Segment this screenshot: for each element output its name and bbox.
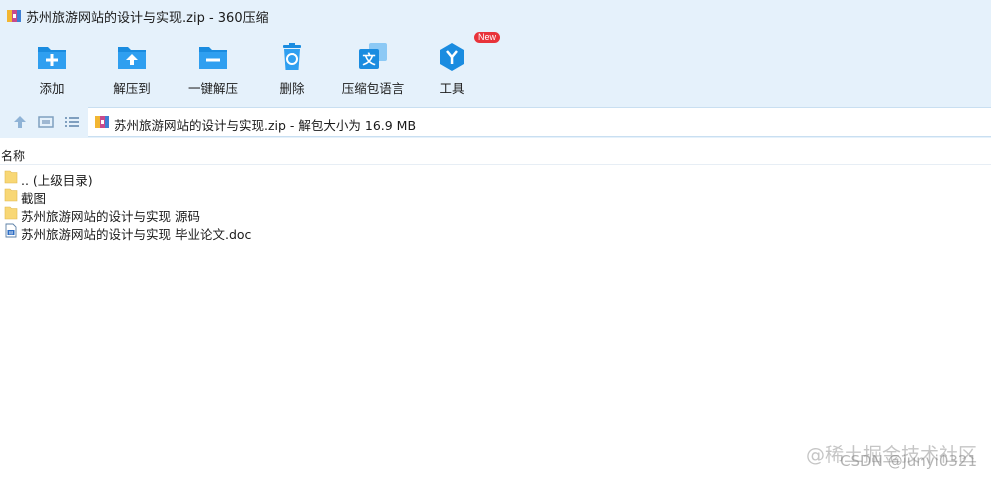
svg-text:W: W xyxy=(9,230,14,236)
list-item[interactable]: 截图 xyxy=(0,186,991,206)
one-click-extract-icon xyxy=(199,47,227,69)
folder-icon xyxy=(4,188,18,202)
watermark-csdn: CSDN @junyi0321 xyxy=(840,452,977,470)
title-bar: 苏州旅游网站的设计与实现.zip - 360压缩 xyxy=(0,0,991,32)
column-header-name[interactable]: 名称 xyxy=(1,147,25,164)
svg-text:文: 文 xyxy=(362,52,376,68)
add-label: 添加 xyxy=(39,81,65,96)
extract-to-button[interactable]: 解压到 xyxy=(99,32,165,106)
extract-to-icon xyxy=(118,47,146,69)
file-name: 苏州旅游网站的设计与实现 毕业论文.doc xyxy=(21,227,252,242)
address-bar[interactable]: 苏州旅游网站的设计与实现.zip - 解包大小为 16.9 MB xyxy=(88,107,991,137)
tools-icon xyxy=(440,43,464,71)
zip-archive-icon xyxy=(7,10,21,22)
tools-label: 工具 xyxy=(439,81,465,96)
archive-language-label: 压缩包语言 xyxy=(341,81,405,96)
thumbnail-view-icon[interactable] xyxy=(38,114,54,130)
delete-button[interactable]: 删除 xyxy=(260,32,324,106)
delete-label: 删除 xyxy=(279,81,305,96)
window-title: 苏州旅游网站的设计与实现.zip - 360压缩 xyxy=(26,11,269,26)
new-badge: New xyxy=(474,32,501,43)
list-view-icon[interactable] xyxy=(64,114,80,130)
up-arrow-icon[interactable] xyxy=(12,114,28,130)
folder-icon xyxy=(4,206,18,220)
archive-path-text: 苏州旅游网站的设计与实现.zip - 解包大小为 16.9 MB xyxy=(114,118,417,133)
toolbar: 添加 解压到 一键解压 删除 文 压缩包语言 New 工具 xyxy=(0,32,991,106)
add-icon xyxy=(38,47,66,69)
column-header: 名称 xyxy=(0,140,991,165)
list-item[interactable]: .. (上级目录) xyxy=(0,168,991,188)
delete-icon xyxy=(283,43,301,70)
tools-button[interactable]: New 工具 xyxy=(420,32,501,106)
word-document-icon: W xyxy=(5,223,17,238)
list-item[interactable]: W 苏州旅游网站的设计与实现 毕业论文.doc xyxy=(0,222,991,242)
folder-icon xyxy=(4,170,18,184)
archive-language-icon: 文 xyxy=(359,43,387,69)
archive-language-button[interactable]: 文 压缩包语言 xyxy=(334,32,412,106)
zip-archive-icon xyxy=(95,116,109,128)
add-button[interactable]: 添加 xyxy=(20,32,84,106)
one-click-extract-button[interactable]: 一键解压 xyxy=(180,32,246,106)
one-click-extract-label: 一键解压 xyxy=(187,81,238,96)
file-list: .. (上级目录) 截图 苏州旅游网站的设计与实现 源码 W 苏州旅游网站的设计… xyxy=(0,168,991,242)
extract-to-label: 解压到 xyxy=(113,81,151,96)
list-item[interactable]: 苏州旅游网站的设计与实现 源码 xyxy=(0,204,991,224)
